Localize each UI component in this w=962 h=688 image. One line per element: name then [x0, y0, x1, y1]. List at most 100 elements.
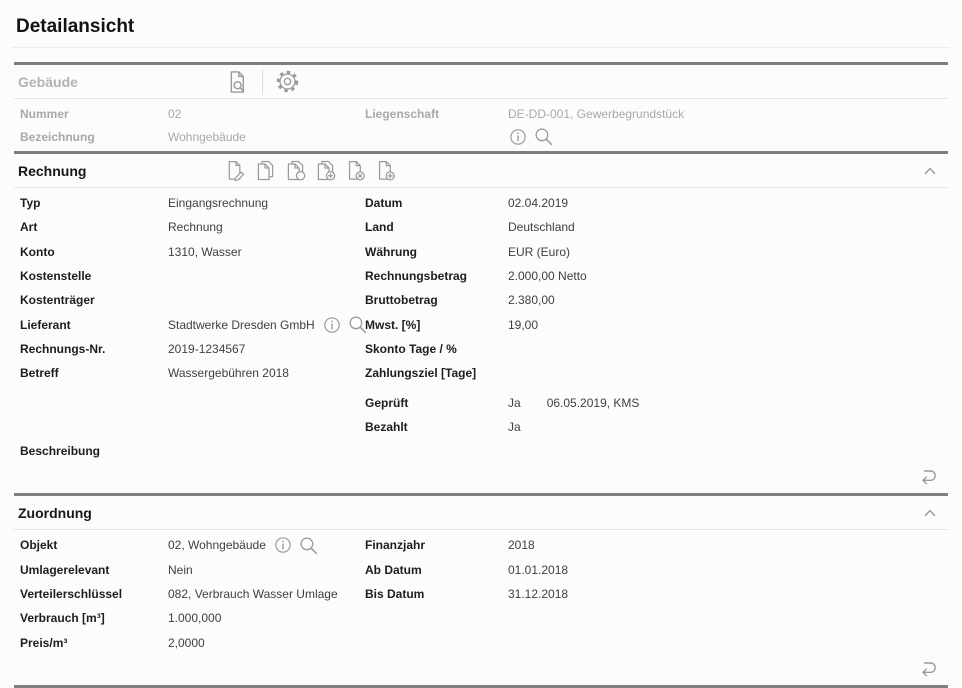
field-row-land: Land Deutschland	[365, 215, 948, 239]
gebaeude-title: Gebäude	[18, 74, 224, 90]
zuordnung-collapse-button[interactable]	[920, 503, 940, 523]
gebaeude-toolbar	[224, 69, 300, 95]
field-value: 1.000,000	[168, 611, 221, 625]
field-label: Umlagerelevant	[20, 563, 168, 577]
field-label: Konto	[20, 245, 168, 259]
copy-document-circle-button[interactable]	[284, 159, 307, 182]
field-value: Rechnung	[168, 220, 223, 234]
field-value: Wohngebäude	[168, 130, 246, 144]
field-row-geprueft: Geprüft Ja 06.05.2019, KMS	[365, 390, 948, 414]
geprueft-date-user: 06.05.2019, KMS	[547, 396, 640, 410]
field-row-nummer: Nummer 02	[20, 102, 365, 125]
field-label: Betreff	[20, 366, 168, 380]
lieferant-icons	[322, 314, 368, 335]
chevron-up-icon	[920, 503, 940, 523]
rechnung-col-left: Typ Eingangsrechnung Art Rechnung Konto …	[20, 191, 365, 463]
return-arrow-icon	[916, 656, 940, 680]
field-row-rechnungsnr: Rechnungs-Nr. 2019-1234567	[20, 337, 365, 361]
gebaeude-col-left: Nummer 02 Bezeichnung Wohngebäude	[20, 102, 365, 148]
copy-document-button[interactable]	[254, 159, 277, 182]
field-value: 2,0000	[168, 636, 205, 650]
field-row-bruttobetrag: Bruttobetrag 2.380,00	[365, 288, 948, 312]
field-label: Verteilerschlüssel	[20, 587, 168, 601]
field-row-mwst: Mwst. [%] 19,00	[365, 312, 948, 336]
page-title: Detailansicht	[12, 0, 950, 48]
field-row-waehrung: Währung EUR (Euro)	[365, 240, 948, 264]
field-row-konto: Konto 1310, Wasser	[20, 240, 365, 264]
zuordnung-col-left: Objekt 02, Wohngebäude Umlagerelevant Ne…	[20, 533, 365, 654]
field-label: Kostenträger	[20, 293, 168, 307]
edit-document-button[interactable]	[224, 159, 247, 182]
field-row-objekt: Objekt 02, Wohngebäude	[20, 533, 365, 557]
gebaeude-col-right: Liegenschaft DE-DD-001, Gewerbegrundstüc…	[365, 102, 948, 148]
field-label: Bezeichnung	[20, 130, 168, 144]
field-label: Verbrauch [m³]	[20, 611, 168, 625]
settings-gear-icon	[275, 69, 300, 94]
copy-document-add-button[interactable]	[314, 159, 337, 182]
field-value: 02	[168, 107, 181, 121]
document-preview-icon	[224, 69, 250, 95]
field-label: Lieferant	[20, 318, 168, 332]
remove-document-button[interactable]	[344, 159, 367, 182]
field-label: Land	[365, 220, 508, 234]
lieferant-info-button[interactable]	[322, 315, 342, 335]
return-arrow-icon	[916, 464, 940, 488]
remove-document-icon	[344, 159, 367, 182]
info-icon	[508, 127, 528, 147]
info-icon	[322, 315, 342, 335]
field-label: Währung	[365, 245, 508, 259]
liegenschaft-info-button[interactable]	[508, 127, 528, 147]
rechnung-return-button[interactable]	[916, 464, 940, 488]
field-value: Deutschland	[508, 220, 575, 234]
field-label: Nummer	[20, 107, 168, 121]
field-value: 01.01.2018	[508, 563, 568, 577]
field-row-abdatum: Ab Datum 01.01.2018	[365, 558, 948, 582]
document-preview-button[interactable]	[224, 69, 250, 95]
field-row-skonto: Skonto Tage / %	[365, 337, 948, 361]
field-value: 1310, Wasser	[168, 245, 242, 259]
field-label: Bruttobetrag	[365, 293, 508, 307]
field-label: Bis Datum	[365, 587, 508, 601]
field-label: Objekt	[20, 538, 168, 552]
liegenschaft-search-button[interactable]	[533, 126, 554, 147]
content: Gebäude Nummer 02 Bezeichnung Wohng	[14, 62, 948, 688]
field-value: Ja	[508, 396, 521, 410]
zuordnung-return-button[interactable]	[916, 656, 940, 680]
field-value: 2018	[508, 538, 535, 552]
bottom-rule	[14, 685, 948, 688]
field-row-verteilerschluessel: Verteilerschlüssel 082, Verbrauch Wasser…	[20, 582, 365, 606]
field-value: 02.04.2019	[508, 196, 568, 210]
rechnung-fields: Typ Eingangsrechnung Art Rechnung Konto …	[14, 188, 948, 463]
field-value: EUR (Euro)	[508, 245, 570, 259]
copy-document-icon	[254, 159, 277, 182]
field-label: Rechnungsbetrag	[365, 269, 508, 283]
field-row-umlagerelevant: Umlagerelevant Nein	[20, 558, 365, 582]
search-icon	[533, 126, 554, 147]
field-row-beschreibung: Beschreibung	[20, 439, 365, 463]
field-value: 19,00	[508, 318, 538, 332]
search-icon	[298, 535, 319, 556]
gebaeude-header: Gebäude	[14, 65, 948, 99]
spacer-row	[20, 390, 365, 414]
zuordnung-header: Zuordnung	[14, 496, 948, 530]
add-document-button[interactable]	[374, 159, 397, 182]
field-row-finanzjahr: Finanzjahr 2018	[365, 533, 948, 557]
field-label: Datum	[365, 196, 508, 210]
objekt-search-button[interactable]	[298, 535, 319, 556]
field-row-lieferant: Lieferant Stadtwerke Dresden GmbH	[20, 312, 365, 336]
spacer-row	[20, 415, 365, 439]
rechnung-footer	[14, 463, 948, 493]
field-row-bezeichnung: Bezeichnung Wohngebäude	[20, 125, 365, 148]
rechnung-collapse-button[interactable]	[920, 161, 940, 181]
zuordnung-footer	[14, 655, 948, 685]
settings-button[interactable]	[275, 69, 300, 94]
field-row-kostenstelle: Kostenstelle	[20, 264, 365, 288]
objekt-info-button[interactable]	[273, 535, 293, 555]
add-document-icon	[374, 159, 397, 182]
field-value: 2.380,00	[508, 293, 555, 307]
field-value: DE-DD-001, Gewerbegrundstück	[508, 107, 684, 121]
field-label: Preis/m³	[20, 636, 168, 650]
field-label: Rechnungs-Nr.	[20, 342, 168, 356]
rechnung-toolbar	[224, 159, 397, 182]
field-label: Geprüft	[365, 396, 508, 410]
